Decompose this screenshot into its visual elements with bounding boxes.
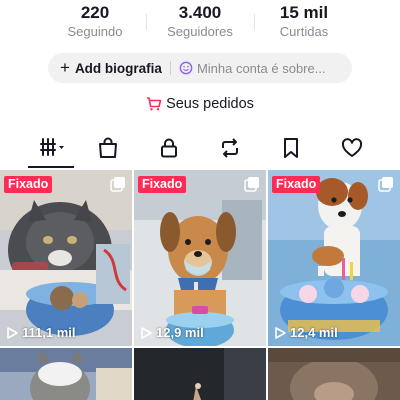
view-count: 12,4 mil (274, 325, 338, 340)
photo-carousel-icon (378, 177, 393, 192)
tab-videos[interactable] (32, 133, 72, 163)
bookmark-icon (284, 138, 298, 158)
video-thumbnail[interactable] (134, 348, 266, 400)
following-count: 220 (80, 3, 110, 22)
puppy-thumbnail-image (134, 170, 266, 346)
lock-icon (161, 138, 177, 158)
add-bio-label: Add biografia (74, 60, 162, 76)
heart-icon (341, 138, 363, 157)
dark-thumbnail-image (134, 348, 266, 400)
video-thumbnail[interactable]: Fixado 12,9 mil (134, 170, 266, 346)
active-tab-indicator (28, 166, 74, 168)
profile-stats: 220 Seguindo 3.400 Seguidores 15 mil Cur… (0, 4, 400, 42)
tab-liked[interactable] (334, 133, 370, 163)
tab-reposts[interactable] (212, 133, 248, 163)
view-count-text: 12,9 mil (156, 325, 204, 340)
grid-icon (40, 138, 64, 156)
cat-closeup-thumbnail-image (268, 348, 400, 400)
tab-saved[interactable] (273, 133, 309, 163)
likes-count: 15 mil (279, 3, 329, 22)
likes-stat[interactable]: 15 mil Curtidas (249, 4, 359, 40)
video-thumbnail[interactable] (0, 348, 132, 400)
followers-label: Seguidores (167, 24, 233, 39)
photo-carousel-icon (244, 177, 259, 192)
video-grid: Fixado 111,1 mil Fixado 12,9 mil Fixado … (0, 170, 400, 400)
pinned-badge: Fixado (138, 176, 187, 193)
view-count-text: 12,4 mil (290, 325, 338, 340)
bio-prompt-text: Minha conta é sobre... (196, 60, 326, 76)
following-stat[interactable]: 220 Seguindo (40, 4, 150, 40)
likes-label: Curtidas (279, 24, 329, 39)
photo-carousel-icon (110, 177, 125, 192)
orders-label: Seus pedidos (166, 96, 254, 112)
cat-bandage-thumbnail-image (0, 348, 132, 400)
add-bio-button[interactable]: + Add biografia Minha conta é sobre... (48, 53, 352, 83)
pinned-badge: Fixado (272, 176, 321, 193)
video-thumbnail[interactable]: Fixado 111,1 mil (0, 170, 132, 346)
play-icon (275, 326, 286, 339)
smile-icon (179, 61, 193, 75)
pinned-badge: Fixado (4, 176, 53, 193)
view-count: 12,9 mil (140, 325, 204, 340)
view-count: 111,1 mil (6, 325, 76, 340)
dog-cake-thumbnail-image (268, 170, 400, 346)
bio-separator (169, 61, 171, 75)
cart-icon (147, 97, 162, 111)
add-bio[interactable]: + Add biografia (60, 58, 162, 77)
play-icon (141, 326, 152, 339)
tab-shop[interactable] (90, 133, 126, 163)
play-icon (7, 326, 18, 339)
bio-prompt[interactable]: Minha conta é sobre... (179, 61, 326, 76)
repost-icon (222, 138, 238, 158)
followers-count: 3.400 (178, 3, 222, 22)
followers-stat[interactable]: 3.400 Seguidores (145, 4, 255, 40)
following-label: Seguindo (67, 24, 123, 39)
video-thumbnail[interactable] (268, 348, 400, 400)
plus-icon: + (60, 58, 70, 77)
video-thumbnail[interactable]: Fixado 12,4 mil (268, 170, 400, 346)
shopping-bag-icon (99, 137, 117, 158)
view-count-text: 111,1 mil (22, 325, 76, 340)
cat-thumbnail-image (0, 170, 132, 346)
profile-tabs (0, 133, 400, 169)
tab-private[interactable] (151, 133, 187, 163)
orders-link[interactable]: Seus pedidos (0, 96, 400, 112)
